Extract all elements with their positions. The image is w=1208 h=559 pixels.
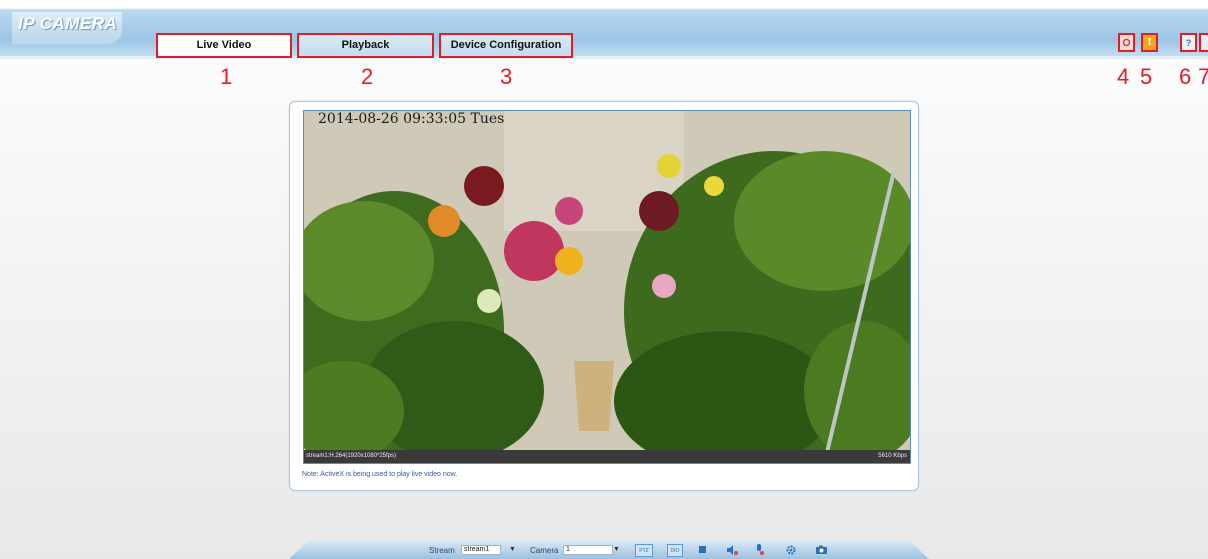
tab-playback[interactable]: Playback <box>297 33 434 58</box>
audio-icon[interactable] <box>725 544 739 555</box>
dio-button[interactable]: DIO <box>667 544 683 557</box>
stop-icon[interactable] <box>697 544 707 555</box>
logo: IP CAMERA <box>18 14 118 33</box>
warning-icon[interactable]: ! <box>1141 33 1158 52</box>
tab-device-configuration[interactable]: Device Configuration <box>439 33 573 58</box>
stream-info: stream1:H.264(1920x1080*25fps) <box>306 453 397 459</box>
tab-live-video[interactable]: Live Video <box>156 33 292 58</box>
activex-note: Note: ActiveX is being used to play live… <box>302 471 458 478</box>
annotation-number-7: 7 <box>1198 64 1208 89</box>
bitrate: 5610 Kbps <box>878 453 907 459</box>
camera-select[interactable]: 1 <box>563 545 613 555</box>
annotation-number-2: 2 <box>361 64 374 89</box>
alarm-icon[interactable] <box>1118 33 1135 52</box>
stream-select[interactable]: stream1 <box>461 545 501 555</box>
camera-label: Camera <box>530 546 559 555</box>
stream-label: Stream <box>429 546 455 555</box>
video-scene <box>304 111 910 463</box>
help-icon[interactable]: ? <box>1180 33 1197 52</box>
ptz-button[interactable]: PTZ <box>635 544 653 557</box>
snapshot-camera-icon[interactable] <box>815 544 827 555</box>
camera-dropdown-arrow-icon[interactable]: ▼ <box>613 546 620 553</box>
microphone-icon[interactable] <box>753 544 765 555</box>
annotation-number-4: 4 <box>1117 64 1130 89</box>
live-video-view[interactable]: 2014-08-26 09:33:05 Tues stream1:H.264(1… <box>303 110 911 464</box>
annotation-number-6: 6 <box>1179 64 1192 89</box>
osd-timestamp: 2014-08-26 09:33:05 Tues <box>318 111 505 127</box>
stream-status-bar: stream1:H.264(1920x1080*25fps) 5610 Kbps <box>304 450 910 463</box>
stream-dropdown-arrow-icon[interactable]: ▼ <box>509 546 516 553</box>
settings-gear-icon[interactable] <box>785 544 796 555</box>
annotation-number-5: 5 <box>1140 64 1153 89</box>
annotation-number-1: 1 <box>220 64 233 89</box>
annotation-number-3: 3 <box>500 64 513 89</box>
logout-icon[interactable] <box>1199 33 1208 52</box>
